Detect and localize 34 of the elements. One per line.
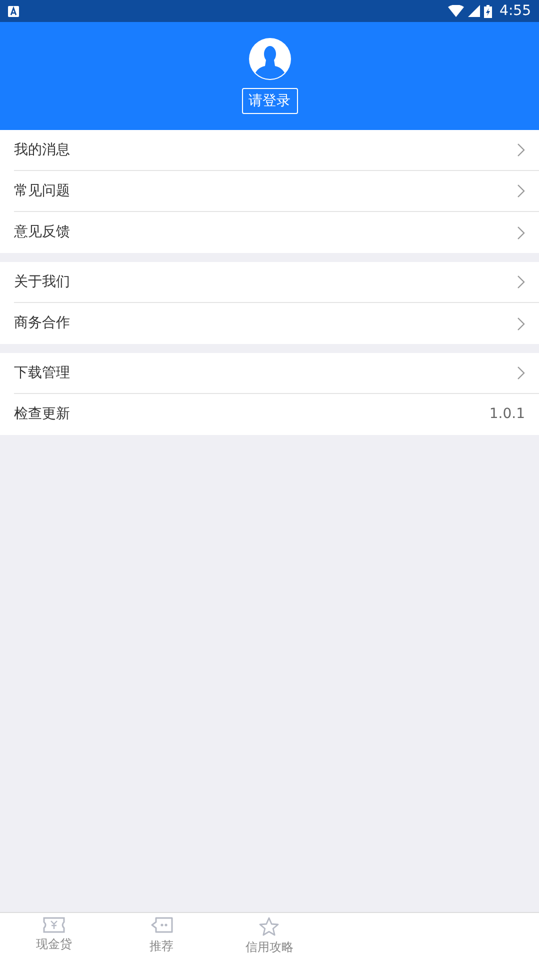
menu-item[interactable]: 商务合作 <box>14 303 539 344</box>
star-icon <box>259 917 280 936</box>
tab[interactable]: 信用攻略 <box>216 913 324 959</box>
tab[interactable]: 现金贷 <box>0 913 108 959</box>
chat-icon <box>150 917 173 935</box>
chevron-icon <box>517 143 525 157</box>
wifi-icon <box>448 5 464 17</box>
chevron-icon <box>517 184 525 198</box>
avatar-icon <box>248 38 290 80</box>
menu-item[interactable]: 检查更新 1.0.1 <box>14 394 539 435</box>
menu-label: 检查更新 <box>14 405 70 424</box>
menu-item[interactable]: 下载管理 <box>14 353 539 394</box>
menu-item[interactable]: 关于我们 <box>14 262 539 303</box>
ticket-icon <box>42 917 65 933</box>
menu-label: 常见问题 <box>14 182 70 200</box>
menu-label: 商务合作 <box>14 314 70 333</box>
chevron-icon <box>517 275 525 289</box>
chevron-icon <box>517 226 525 240</box>
menu-item[interactable]: 意见反馈 <box>14 212 539 253</box>
menu-label: 下载管理 <box>14 364 70 382</box>
menu-item[interactable]: 常见问题 <box>14 171 539 212</box>
menu-label: 我的消息 <box>14 140 70 160</box>
chevron-icon <box>517 366 525 380</box>
menu-item[interactable]: 我的消息 <box>14 130 539 171</box>
version-text: 1.0.1 <box>489 405 525 424</box>
signal-icon <box>468 5 480 17</box>
tab[interactable]: 推荐 <box>108 913 216 959</box>
clock: 4:55 <box>500 2 531 20</box>
login-button[interactable]: 请登录 <box>242 88 298 114</box>
menu-label: 关于我们 <box>14 272 70 292</box>
battery-icon <box>484 4 492 18</box>
chevron-icon <box>517 316 525 330</box>
notification-icon <box>8 6 19 16</box>
menu-label: 意见反馈 <box>14 223 70 242</box>
